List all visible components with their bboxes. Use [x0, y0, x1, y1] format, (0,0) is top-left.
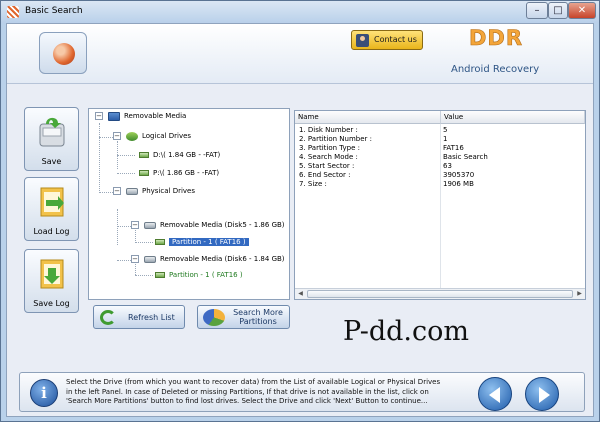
product-subtitle: Android Recovery — [451, 64, 540, 75]
tree-node-disk5[interactable]: Removable Media (Disk5 - 1.86 GB) — [144, 219, 285, 231]
contact-us-button[interactable]: Contact us — [351, 30, 423, 50]
drive-icon — [139, 152, 149, 158]
header: Contact us DDR Android Recovery — [7, 24, 593, 84]
tree-node-label-selected: Partition - 1 ( FAT16 ) — [169, 238, 249, 246]
load-log-icon — [40, 187, 64, 217]
search-more-label: Search More Partitions — [228, 308, 288, 326]
search-more-line-2: Partitions — [239, 317, 277, 326]
next-arrow-icon — [539, 387, 550, 403]
cell-name: 5. Start Sector : — [299, 162, 355, 170]
cell-value: 1 — [443, 135, 448, 143]
drive-tree[interactable]: − Removable Media − Logical Drives D:\( … — [88, 108, 290, 300]
save-label: Save — [41, 157, 62, 166]
save-log-label: Save Log — [33, 299, 70, 308]
scroll-thumb[interactable] — [307, 290, 573, 298]
hard-drive-icon — [126, 187, 138, 195]
app-icon — [7, 6, 19, 18]
expand-toggle[interactable]: − — [113, 132, 121, 140]
tree-node-disk6-partition[interactable]: Partition - 1 ( FAT16 ) — [155, 269, 243, 281]
tree-node-disk6[interactable]: Removable Media (Disk6 - 1.84 GB) — [144, 253, 285, 265]
search-more-line-1: Search More — [233, 308, 283, 317]
window-title: Basic Search — [25, 6, 83, 16]
tree-node-drive-d[interactable]: D:\( 1.84 GB - -FAT) — [139, 149, 220, 161]
expand-toggle[interactable]: − — [95, 112, 103, 120]
column-header-value[interactable]: Value — [441, 111, 585, 124]
cell-value: Basic Search — [443, 153, 488, 161]
maximize-button[interactable]: □ — [548, 2, 568, 19]
scroll-left-icon[interactable]: ◀ — [296, 290, 305, 298]
tree-node-label: Removable Media (Disk6 - 1.84 GB) — [160, 255, 285, 263]
pie-chart-icon — [203, 309, 225, 326]
hard-drive-icon — [144, 255, 156, 263]
watermark-text: P-dd.com — [343, 316, 469, 347]
brand-logo: DDR — [469, 26, 524, 51]
main-panel: Contact us DDR Android Recovery Save Loa… — [6, 23, 594, 417]
save-icon — [39, 117, 65, 147]
search-more-partitions-button[interactable]: Search More Partitions — [197, 305, 290, 329]
tree-node-logical-drives[interactable]: Logical Drives — [126, 130, 191, 142]
help-bar: i Select the Drive (from which you want … — [19, 372, 585, 412]
cell-value: 3905370 — [443, 171, 475, 179]
computer-icon — [108, 111, 120, 121]
cell-name: 3. Partition Type : — [299, 144, 360, 152]
save-log-button[interactable]: Save Log — [24, 249, 79, 313]
column-header-name[interactable]: Name — [295, 111, 441, 124]
tree-node-label: Logical Drives — [142, 132, 192, 140]
cell-name: 2. Partition Number : — [299, 135, 373, 143]
partition-icon — [155, 239, 165, 245]
tree-node-disk5-partition[interactable]: Partition - 1 ( FAT16 ) — [155, 236, 249, 248]
back-button[interactable] — [478, 377, 512, 411]
hard-drive-icon — [144, 221, 156, 229]
expand-toggle[interactable]: − — [131, 255, 139, 263]
tree-node-physical-drives[interactable]: Physical Drives — [126, 185, 195, 197]
title-bar: Basic Search – □ ✕ — [1, 1, 599, 23]
person-icon — [356, 34, 369, 47]
tree-node-label: Removable Media — [124, 112, 187, 120]
tree-node-label: D:\( 1.84 GB - -FAT) — [153, 151, 221, 159]
properties-table[interactable]: Name Value 1. Disk Number : 5 2. Partitio… — [294, 110, 586, 300]
cell-name: 7. Size : — [299, 180, 327, 188]
load-log-label: Load Log — [33, 227, 70, 236]
close-button[interactable]: ✕ — [568, 2, 596, 19]
partition-icon — [155, 272, 165, 278]
cell-value: 5 — [443, 126, 448, 134]
expand-toggle[interactable]: − — [131, 221, 139, 229]
refresh-list-button[interactable]: Refresh List — [93, 305, 185, 329]
tree-node-removable-media[interactable]: Removable Media — [108, 110, 186, 122]
app-window: Basic Search – □ ✕ Contact us DDR Androi… — [0, 0, 600, 422]
logo-ball-icon — [53, 43, 75, 65]
disk-icon — [126, 131, 138, 141]
info-icon[interactable]: i — [30, 379, 58, 407]
load-log-button[interactable]: Load Log — [24, 177, 79, 241]
tree-node-label: Partition - 1 ( FAT16 ) — [169, 271, 243, 279]
refresh-icon — [100, 310, 116, 325]
tree-node-label: Physical Drives — [142, 187, 196, 195]
cell-value: 63 — [443, 162, 452, 170]
save-button[interactable]: Save — [24, 107, 79, 171]
expand-toggle[interactable]: − — [113, 187, 121, 195]
scroll-right-icon[interactable]: ▶ — [575, 290, 584, 298]
cell-name: 1. Disk Number : — [299, 126, 358, 134]
cell-value: FAT16 — [443, 144, 464, 152]
horizontal-scrollbar[interactable]: ◀ ▶ — [295, 288, 585, 299]
refresh-list-label: Refresh List — [128, 313, 175, 322]
minimize-button[interactable]: – — [526, 2, 548, 19]
contact-us-label: Contact us — [374, 35, 417, 44]
logo — [39, 32, 87, 74]
cell-name: 4. Search Mode : — [299, 153, 358, 161]
tree-node-drive-p[interactable]: P:\( 1.86 GB - -FAT) — [139, 167, 219, 179]
back-arrow-icon — [489, 387, 500, 403]
tree-node-label: P:\( 1.86 GB - -FAT) — [153, 169, 220, 177]
next-button[interactable] — [525, 377, 559, 411]
cell-name: 6. End Sector : — [299, 171, 351, 179]
help-text: Select the Drive (from which you want to… — [66, 378, 441, 405]
drive-icon — [139, 170, 149, 176]
cell-value: 1906 MB — [443, 180, 474, 188]
save-log-icon — [40, 259, 64, 289]
tree-node-label: Removable Media (Disk5 - 1.86 GB) — [160, 221, 285, 229]
